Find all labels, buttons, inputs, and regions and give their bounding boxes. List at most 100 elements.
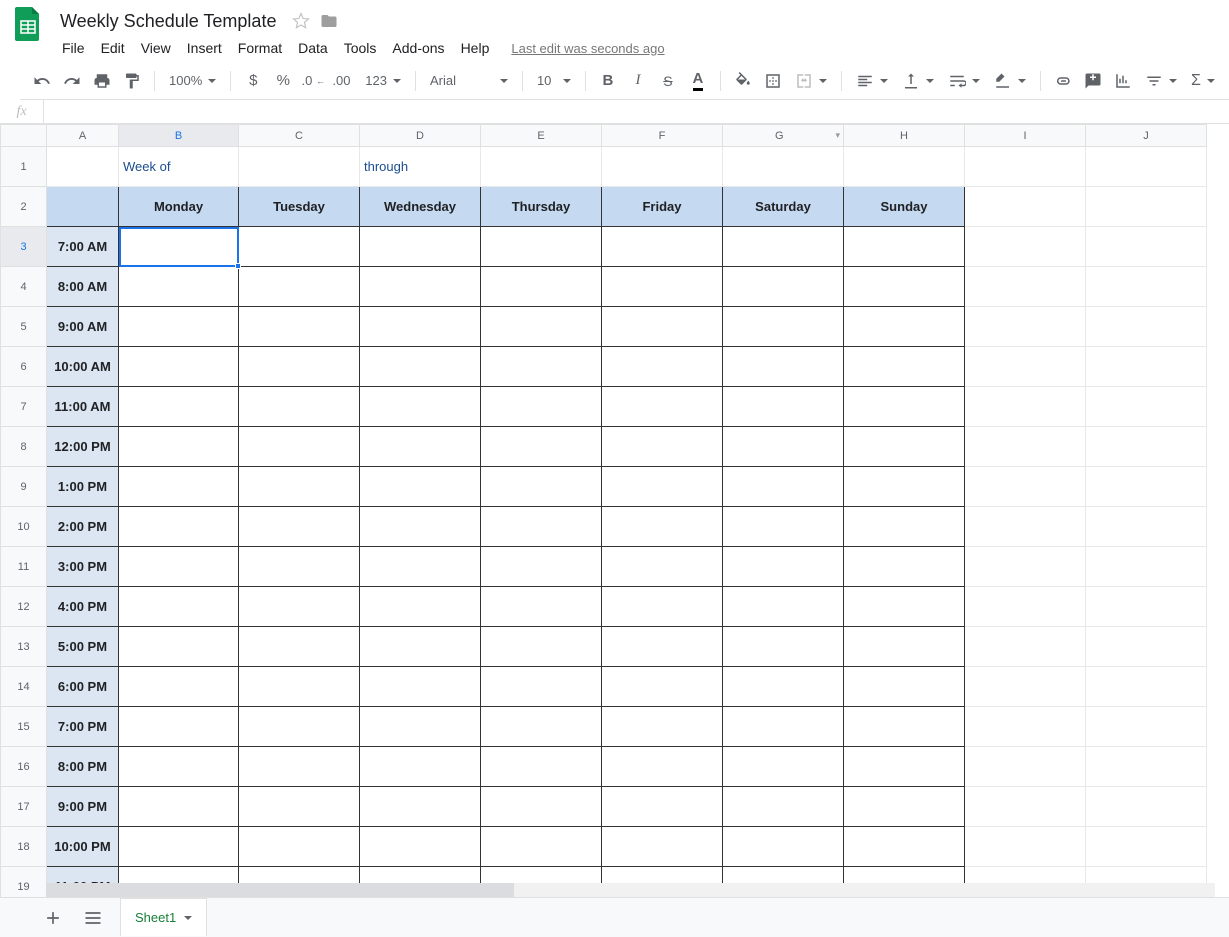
scrollbar-thumb[interactable]: [46, 883, 514, 897]
cell-H16[interactable]: [844, 747, 965, 787]
cell-I9[interactable]: [965, 467, 1086, 507]
row-header-10[interactable]: 10: [1, 507, 47, 547]
cell-I15[interactable]: [965, 707, 1086, 747]
menu-tools[interactable]: Tools: [336, 36, 385, 60]
cell-E4[interactable]: [481, 267, 602, 307]
cell-C11[interactable]: [239, 547, 360, 587]
cell-C5[interactable]: [239, 307, 360, 347]
valign-dropdown[interactable]: [896, 68, 940, 94]
menu-help[interactable]: Help: [453, 36, 498, 60]
cell-E7[interactable]: [481, 387, 602, 427]
cell-B8[interactable]: [119, 427, 239, 467]
row-header-13[interactable]: 13: [1, 627, 47, 667]
print-button[interactable]: [88, 67, 116, 95]
row-header-8[interactable]: 8: [1, 427, 47, 467]
cell-I4[interactable]: [965, 267, 1086, 307]
cell-E18[interactable]: [481, 827, 602, 867]
cell-H10[interactable]: [844, 507, 965, 547]
cell-B7[interactable]: [119, 387, 239, 427]
cell-B6[interactable]: [119, 347, 239, 387]
cell-B2[interactable]: Monday: [119, 187, 239, 227]
cell-J12[interactable]: [1086, 587, 1207, 627]
cell-D17[interactable]: [360, 787, 481, 827]
cell-B9[interactable]: [119, 467, 239, 507]
cell-E13[interactable]: [481, 627, 602, 667]
cell-I14[interactable]: [965, 667, 1086, 707]
cell-A11[interactable]: 3:00 PM: [47, 547, 119, 587]
cell-E16[interactable]: [481, 747, 602, 787]
cell-J6[interactable]: [1086, 347, 1207, 387]
cell-A17[interactable]: 9:00 PM: [47, 787, 119, 827]
cell-F14[interactable]: [602, 667, 723, 707]
cell-E2[interactable]: Thursday: [481, 187, 602, 227]
cell-C15[interactable]: [239, 707, 360, 747]
cell-I10[interactable]: [965, 507, 1086, 547]
comment-button[interactable]: [1079, 67, 1107, 95]
cell-H15[interactable]: [844, 707, 965, 747]
row-header-3[interactable]: 3: [1, 227, 47, 267]
cell-F10[interactable]: [602, 507, 723, 547]
cell-A4[interactable]: 8:00 AM: [47, 267, 119, 307]
cell-G12[interactable]: [723, 587, 844, 627]
percent-button[interactable]: %: [269, 67, 297, 95]
cell-D9[interactable]: [360, 467, 481, 507]
cell-E12[interactable]: [481, 587, 602, 627]
cell-G11[interactable]: [723, 547, 844, 587]
decrease-decimal-button[interactable]: .0 ←: [299, 67, 327, 95]
column-header-H[interactable]: H: [844, 125, 965, 147]
cell-G5[interactable]: [723, 307, 844, 347]
cell-A18[interactable]: 10:00 PM: [47, 827, 119, 867]
cell-I13[interactable]: [965, 627, 1086, 667]
cell-H3[interactable]: [844, 227, 965, 267]
cell-C12[interactable]: [239, 587, 360, 627]
column-header-I[interactable]: I: [965, 125, 1086, 147]
menu-file[interactable]: File: [54, 36, 93, 60]
menu-addons[interactable]: Add-ons: [384, 36, 452, 60]
cell-G4[interactable]: [723, 267, 844, 307]
cell-A14[interactable]: 6:00 PM: [47, 667, 119, 707]
cell-E10[interactable]: [481, 507, 602, 547]
increase-decimal-button[interactable]: .00: [329, 67, 357, 95]
text-color-button[interactable]: A: [684, 67, 712, 95]
cell-C8[interactable]: [239, 427, 360, 467]
cell-G15[interactable]: [723, 707, 844, 747]
cell-F7[interactable]: [602, 387, 723, 427]
cell-I1[interactable]: [965, 147, 1086, 187]
menu-edit[interactable]: Edit: [93, 36, 133, 60]
cell-J10[interactable]: [1086, 507, 1207, 547]
cell-D1[interactable]: through: [360, 147, 481, 187]
selection-handle[interactable]: [235, 263, 241, 269]
cell-I17[interactable]: [965, 787, 1086, 827]
cell-B15[interactable]: [119, 707, 239, 747]
cell-G16[interactable]: [723, 747, 844, 787]
cell-J13[interactable]: [1086, 627, 1207, 667]
cell-E17[interactable]: [481, 787, 602, 827]
cell-E5[interactable]: [481, 307, 602, 347]
cell-J11[interactable]: [1086, 547, 1207, 587]
cell-I3[interactable]: [965, 227, 1086, 267]
cell-E11[interactable]: [481, 547, 602, 587]
cell-J5[interactable]: [1086, 307, 1207, 347]
cell-G8[interactable]: [723, 427, 844, 467]
cell-H11[interactable]: [844, 547, 965, 587]
cell-C17[interactable]: [239, 787, 360, 827]
row-header-4[interactable]: 4: [1, 267, 47, 307]
row-header-12[interactable]: 12: [1, 587, 47, 627]
zoom-dropdown[interactable]: 100%: [163, 68, 222, 94]
last-edit-link[interactable]: Last edit was seconds ago: [511, 41, 664, 56]
cell-E6[interactable]: [481, 347, 602, 387]
filter-dropdown[interactable]: [1139, 68, 1183, 94]
cell-I6[interactable]: [965, 347, 1086, 387]
cell-C13[interactable]: [239, 627, 360, 667]
row-header-15[interactable]: 15: [1, 707, 47, 747]
column-header-F[interactable]: F: [602, 125, 723, 147]
cell-C2[interactable]: Tuesday: [239, 187, 360, 227]
cell-H4[interactable]: [844, 267, 965, 307]
cell-D7[interactable]: [360, 387, 481, 427]
sheets-logo[interactable]: [8, 4, 48, 44]
cell-G17[interactable]: [723, 787, 844, 827]
cell-I11[interactable]: [965, 547, 1086, 587]
cell-B5[interactable]: [119, 307, 239, 347]
italic-button[interactable]: I: [624, 67, 652, 95]
cell-A16[interactable]: 8:00 PM: [47, 747, 119, 787]
